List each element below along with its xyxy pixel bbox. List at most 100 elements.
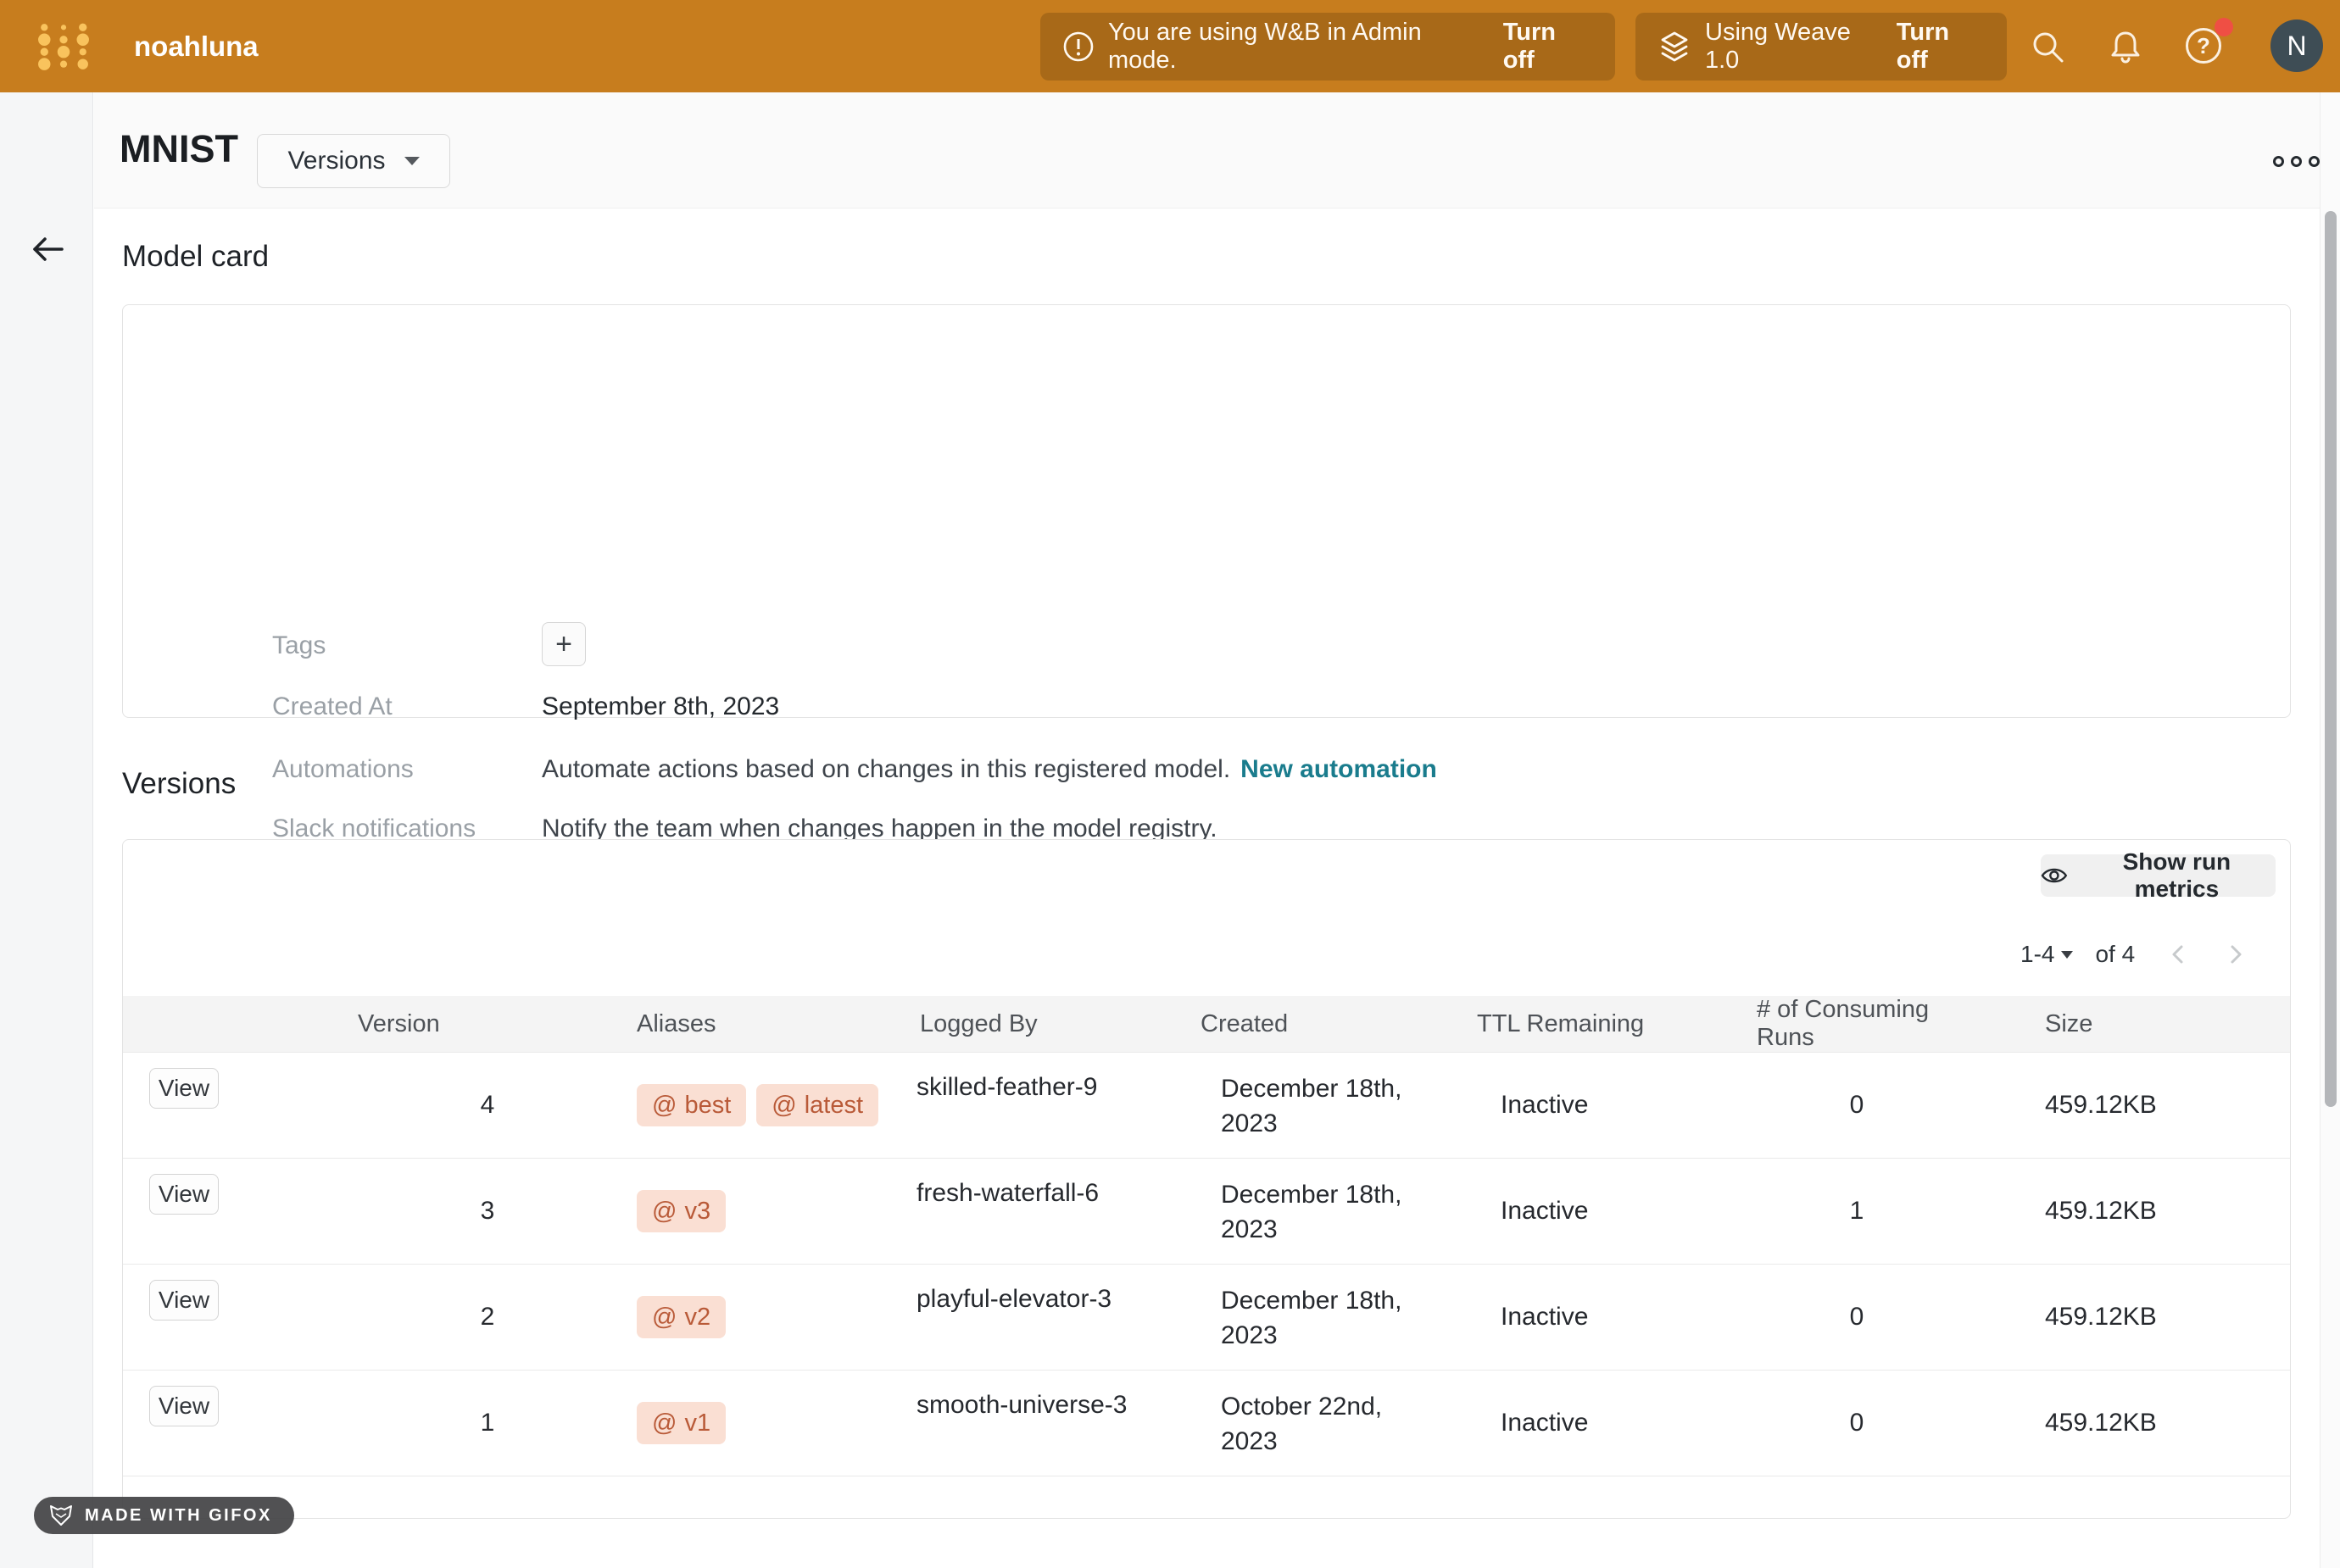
weave-turn-off-button[interactable]: Turn off (1897, 19, 1985, 75)
table-header-row: Version Aliases Logged By Created TTL Re… (123, 996, 2290, 1053)
at-icon: @ (652, 1304, 677, 1332)
alias-chip: @best (637, 1084, 746, 1126)
help-button[interactable]: ? (2186, 28, 2223, 65)
question-mark-icon: ? (2186, 28, 2221, 64)
automations-text: Automate actions based on changes in thi… (542, 755, 1230, 783)
search-icon[interactable] (2029, 28, 2066, 65)
weave-banner: Using Weave 1.0 Turn off (1635, 13, 2007, 81)
chevron-right-icon[interactable] (2223, 942, 2247, 966)
model-card-heading: Model card (122, 240, 269, 274)
version-cell: 4 (356, 1053, 619, 1159)
ttl-cell: Inactive (1475, 1053, 1747, 1159)
at-icon: @ (652, 1198, 677, 1226)
left-gutter (0, 92, 93, 1568)
created-cell: December 18th, 2023 (1195, 1053, 1475, 1159)
scrollbar-thumb[interactable] (2325, 211, 2337, 1107)
created-at-value: September 8th, 2023 (542, 691, 779, 723)
weave-banner-text: Using Weave 1.0 (1705, 19, 1886, 75)
admin-banner-text: You are using W&B in Admin mode. (1108, 19, 1493, 75)
versions-heading: Versions (122, 767, 236, 801)
chevron-left-icon[interactable] (2167, 942, 2191, 966)
size-cell: 459.12KB (1967, 1053, 2290, 1159)
created-cell: December 18th, 2023 (1195, 1265, 1475, 1371)
alias-name: best (684, 1092, 731, 1120)
model-card-panel: Tags + Created At September 8th, 2023 Au… (122, 304, 2291, 718)
version-cell: 1 (356, 1371, 619, 1476)
aliases-cell: @best@latest (619, 1053, 899, 1159)
created-at-label: Created At (272, 691, 393, 723)
back-arrow-icon[interactable] (26, 228, 69, 270)
add-tag-button[interactable]: + (542, 622, 586, 666)
table-row: View 4 @best@latest skilled-feather-9 De… (123, 1053, 2290, 1159)
alias-chip: @ v1 (637, 1402, 726, 1444)
notification-dot (2215, 18, 2233, 36)
admin-turn-off-button[interactable]: Turn off (1503, 19, 1593, 75)
top-bar: noahluna You are using W&B in Admin mode… (0, 0, 2340, 92)
wandb-dots-logo[interactable] (37, 20, 90, 73)
ttl-cell: Inactive (1475, 1265, 1747, 1371)
alias-name: v3 (684, 1198, 710, 1226)
view-button[interactable]: View (149, 1386, 219, 1426)
entity-name: noahluna (134, 0, 259, 92)
at-icon: @ (772, 1092, 796, 1120)
col-logged-by: Logged By (899, 996, 1195, 1053)
aliases-cell: @v3 (619, 1159, 899, 1265)
page: noahluna You are using W&B in Admin mode… (0, 0, 2340, 1568)
col-size: Size (1967, 996, 2290, 1053)
view-button[interactable]: View (149, 1174, 219, 1215)
show-run-metrics-label: Show run metrics (2078, 848, 2276, 903)
alert-icon (1062, 31, 1095, 63)
aliases-cell: @v2 (619, 1265, 899, 1371)
col-ttl-remaining: TTL Remaining (1475, 996, 1747, 1053)
at-icon: @ (652, 1410, 677, 1437)
new-automation-link[interactable]: New automation (1240, 755, 1437, 783)
alias-name: v2 (684, 1304, 710, 1332)
alias-name: latest (805, 1092, 863, 1120)
fox-icon (47, 1502, 75, 1529)
scrollbar-track (2320, 92, 2340, 1568)
versions-dropdown-label: Versions (287, 147, 385, 175)
chevron-down-icon (404, 157, 420, 165)
gifox-badge: MADE WITH GIFOX (34, 1497, 294, 1534)
view-button[interactable]: View (149, 1068, 219, 1109)
alias-name: v1 (684, 1410, 710, 1437)
table-row: View 1 @ v1 smooth-universe-3 October 22n… (123, 1371, 2290, 1476)
created-cell: December 18th, 2023 (1195, 1159, 1475, 1265)
created-cell: October 22nd, 2023 (1195, 1371, 1475, 1476)
pagination: 1-4 of 4 (2020, 941, 2247, 968)
automations-label: Automations (272, 753, 414, 786)
logged-by-cell: fresh-waterfall-6 (899, 1159, 1195, 1265)
page-range-selector[interactable]: 1-4 (2020, 941, 2073, 968)
view-button[interactable]: View (149, 1280, 219, 1321)
ttl-cell: Inactive (1475, 1371, 1747, 1476)
page-total: of 4 (2095, 941, 2135, 968)
consuming-runs-cell: 0 (1747, 1371, 1967, 1476)
ttl-cell: Inactive (1475, 1159, 1747, 1265)
alias-chip: @ latest (756, 1084, 878, 1126)
versions-table: Version Aliases Logged By Created TTL Re… (123, 996, 2290, 1476)
overflow-menu-button[interactable] (2273, 156, 2320, 167)
page-title: MNIST (120, 127, 238, 171)
aliases-cell: @ v1 (619, 1371, 899, 1476)
chevron-down-icon (2061, 951, 2073, 959)
consuming-runs-cell: 1 (1747, 1159, 1967, 1265)
at-icon: @ (652, 1092, 677, 1120)
automations-row: Automate actions based on changes in thi… (542, 753, 1437, 786)
consuming-runs-cell: 0 (1747, 1265, 1967, 1371)
avatar[interactable]: N (2270, 19, 2323, 72)
col-version: Version (356, 996, 619, 1053)
logged-by-cell: playful-elevator-3 (899, 1265, 1195, 1371)
versions-dropdown[interactable]: Versions (257, 134, 450, 188)
version-cell: 3 (356, 1159, 619, 1265)
table-row: View 2 @v2 playful-elevator-3 December 1… (123, 1265, 2290, 1371)
size-cell: 459.12KB (1967, 1371, 2290, 1476)
eye-icon (2041, 862, 2068, 889)
gifox-badge-text: MADE WITH GIFOX (85, 1506, 272, 1526)
size-cell: 459.12KB (1967, 1265, 2290, 1371)
show-run-metrics-button[interactable]: Show run metrics (2041, 854, 2276, 897)
bell-icon[interactable] (2107, 28, 2144, 65)
tags-label: Tags (272, 630, 326, 662)
logged-by-cell: smooth-universe-3 (899, 1371, 1195, 1476)
col-created: Created (1195, 996, 1475, 1053)
size-cell: 459.12KB (1967, 1159, 2290, 1265)
